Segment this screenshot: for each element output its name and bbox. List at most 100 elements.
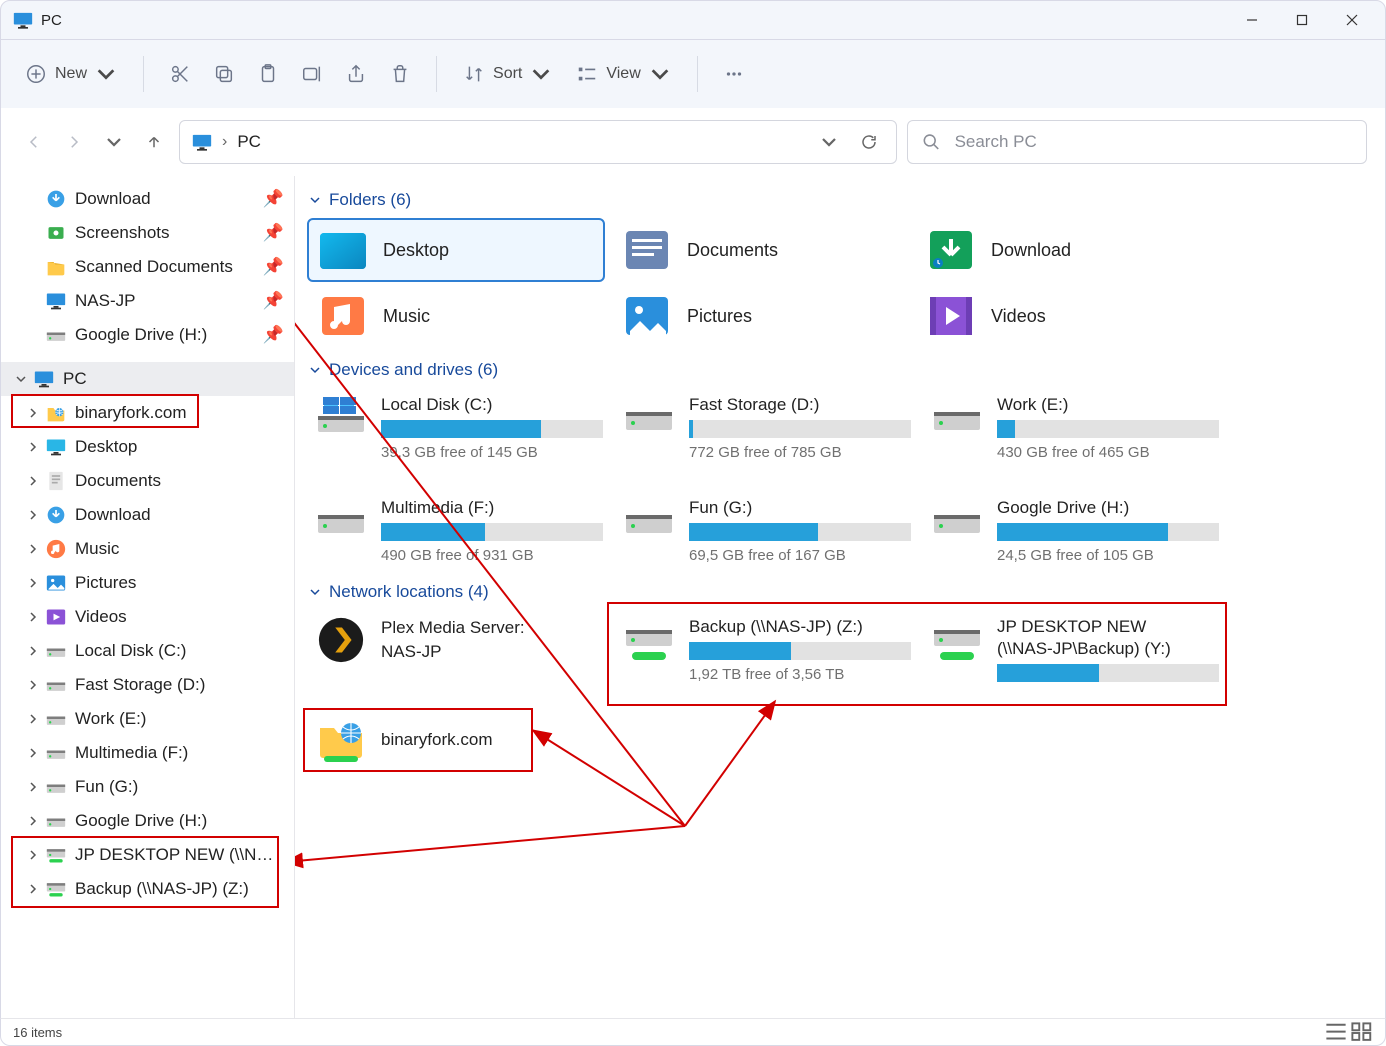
- sidebar-item-videos[interactable]: Videos: [1, 600, 294, 634]
- chevron-right-icon[interactable]: [25, 643, 41, 659]
- new-label: New: [55, 65, 87, 83]
- view-icon: [576, 63, 598, 85]
- sidebar-item-label: Download: [75, 505, 284, 525]
- sidebar-item-nas-jp[interactable]: NAS-JP 📌: [1, 284, 294, 318]
- network-tile-backup[interactable]: Backup (\\NAS-JP) (Z:) 1,92 TB free of 3…: [615, 612, 911, 687]
- address-history-button[interactable]: [814, 127, 844, 157]
- sidebar-item-binaryfork-com[interactable]: binaryfork.com: [1, 396, 294, 430]
- plus-circle-icon: [25, 63, 47, 85]
- drive-icon: [623, 394, 675, 436]
- paste-button[interactable]: [248, 54, 288, 94]
- chevron-right-icon[interactable]: [25, 439, 41, 455]
- tiles-view-button[interactable]: [1351, 1023, 1373, 1041]
- drive-tile[interactable]: Fast Storage (D:) 772 GB free of 785 GB: [615, 390, 911, 465]
- address-bar[interactable]: › PC: [179, 120, 897, 164]
- network-tile-plex[interactable]: Plex Media Server:NAS-JP: [307, 612, 603, 668]
- sidebar: Download 📌 Screenshots 📌 Scanned Documen…: [1, 176, 295, 1018]
- chevron-right-icon[interactable]: [25, 847, 41, 863]
- sidebar-item-jp-desktop-new-nas-jp-backup-y-[interactable]: JP DESKTOP NEW (\\NAS-JP\Backup) (Y:): [1, 838, 294, 872]
- sort-label: Sort: [493, 65, 522, 83]
- network-tile-jpdesktop[interactable]: JP DESKTOP NEW(\\NAS-JP\Backup) (Y:): [923, 612, 1219, 692]
- forward-button[interactable]: [59, 127, 89, 157]
- sidebar-item-download[interactable]: Download: [1, 498, 294, 532]
- folder-tile-download[interactable]: Download: [917, 220, 1211, 280]
- drive-tile[interactable]: Local Disk (C:) 39,3 GB free of 145 GB: [307, 390, 603, 465]
- more-button[interactable]: [714, 54, 754, 94]
- sidebar-item-scanned-documents[interactable]: Scanned Documents 📌: [1, 250, 294, 284]
- search-input[interactable]: [953, 131, 1352, 153]
- drive-tile[interactable]: Google Drive (H:) 24,5 GB free of 105 GB: [923, 493, 1219, 568]
- section-network[interactable]: Network locations (4): [295, 568, 1385, 612]
- section-folders[interactable]: Folders (6): [295, 176, 1385, 220]
- chevron-right-icon[interactable]: [25, 541, 41, 557]
- chevron-right-icon[interactable]: [25, 881, 41, 897]
- music-icon: [45, 539, 67, 559]
- new-button[interactable]: New: [15, 54, 127, 94]
- sort-button[interactable]: Sort: [453, 54, 562, 94]
- drive-info: 69,5 GB free of 167 GB: [689, 547, 911, 564]
- folder-tile-pictures[interactable]: Pictures: [613, 286, 907, 346]
- chevron-right-icon[interactable]: [25, 677, 41, 693]
- sidebar-item-fast-storage-d-[interactable]: Fast Storage (D:): [1, 668, 294, 702]
- copy-button[interactable]: [204, 54, 244, 94]
- sidebar-item-download[interactable]: Download 📌: [1, 182, 294, 216]
- share-button[interactable]: [336, 54, 376, 94]
- drive-icon: [45, 811, 67, 831]
- sidebar-item-fun-g-[interactable]: Fun (G:): [1, 770, 294, 804]
- chevron-down-icon: [309, 364, 321, 376]
- folder-label: Desktop: [383, 240, 449, 261]
- sidebar-item-label: Documents: [75, 471, 284, 491]
- chevron-right-icon[interactable]: [25, 813, 41, 829]
- chevron-right-icon[interactable]: [25, 473, 41, 489]
- sidebar-item-documents[interactable]: Documents: [1, 464, 294, 498]
- chevron-right-icon[interactable]: [25, 507, 41, 523]
- close-button[interactable]: [1327, 0, 1377, 40]
- chevron-right-icon[interactable]: [25, 711, 41, 727]
- search-box[interactable]: [907, 120, 1367, 164]
- drive-tile[interactable]: Multimedia (F:) 490 GB free of 931 GB: [307, 493, 603, 568]
- sidebar-item-work-e-[interactable]: Work (E:): [1, 702, 294, 736]
- maximize-button[interactable]: [1277, 0, 1327, 40]
- chevron-right-icon[interactable]: [25, 575, 41, 591]
- folder-tile-music[interactable]: Music: [309, 286, 603, 346]
- recent-locations-button[interactable]: [99, 127, 129, 157]
- network-tile-binaryfork[interactable]: binaryfork.com: [307, 712, 603, 768]
- drive-tile[interactable]: Work (E:) 430 GB free of 465 GB: [923, 390, 1219, 465]
- rename-button[interactable]: [292, 54, 332, 94]
- delete-button[interactable]: [380, 54, 420, 94]
- sidebar-item-desktop[interactable]: Desktop: [1, 430, 294, 464]
- chevron-right-icon[interactable]: [25, 405, 41, 421]
- folder-tile-documents[interactable]: Documents: [613, 220, 907, 280]
- chevron-down-icon[interactable]: [13, 371, 29, 387]
- view-button[interactable]: View: [566, 54, 680, 94]
- sidebar-item-label: Local Disk (C:): [75, 641, 284, 661]
- sidebar-item-music[interactable]: Music: [1, 532, 294, 566]
- chevron-right-icon[interactable]: [25, 745, 41, 761]
- folder-label: Pictures: [687, 306, 752, 327]
- sidebar-item-label: Videos: [75, 607, 284, 627]
- up-button[interactable]: [139, 127, 169, 157]
- breadcrumb-pc[interactable]: PC: [237, 132, 261, 152]
- chevron-right-icon[interactable]: [25, 779, 41, 795]
- sidebar-item-google-drive-h-[interactable]: Google Drive (H:): [1, 804, 294, 838]
- drive-usage-bar: [689, 523, 911, 541]
- section-drives[interactable]: Devices and drives (6): [295, 346, 1385, 390]
- sidebar-item-pc[interactable]: PC: [1, 362, 294, 396]
- folder-tile-videos[interactable]: Videos: [917, 286, 1211, 346]
- sidebar-item-multimedia-f-[interactable]: Multimedia (F:): [1, 736, 294, 770]
- drive-tile[interactable]: Fun (G:) 69,5 GB free of 167 GB: [615, 493, 911, 568]
- drive-info: 490 GB free of 931 GB: [381, 547, 603, 564]
- sidebar-item-backup-nas-jp-z-[interactable]: Backup (\\NAS-JP) (Z:): [1, 872, 294, 906]
- sidebar-item-pictures[interactable]: Pictures: [1, 566, 294, 600]
- sidebar-item-google-drive-h-[interactable]: Google Drive (H:) 📌: [1, 318, 294, 352]
- folder-tile-desktop[interactable]: Desktop: [309, 220, 603, 280]
- details-view-button[interactable]: [1325, 1023, 1347, 1041]
- minimize-button[interactable]: [1227, 0, 1277, 40]
- cut-button[interactable]: [160, 54, 200, 94]
- chevron-right-icon[interactable]: [25, 609, 41, 625]
- sidebar-item-local-disk-c-[interactable]: Local Disk (C:): [1, 634, 294, 668]
- back-button[interactable]: [19, 127, 49, 157]
- sidebar-item-screenshots[interactable]: Screenshots 📌: [1, 216, 294, 250]
- drive-icon: [315, 394, 367, 436]
- refresh-button[interactable]: [854, 127, 884, 157]
